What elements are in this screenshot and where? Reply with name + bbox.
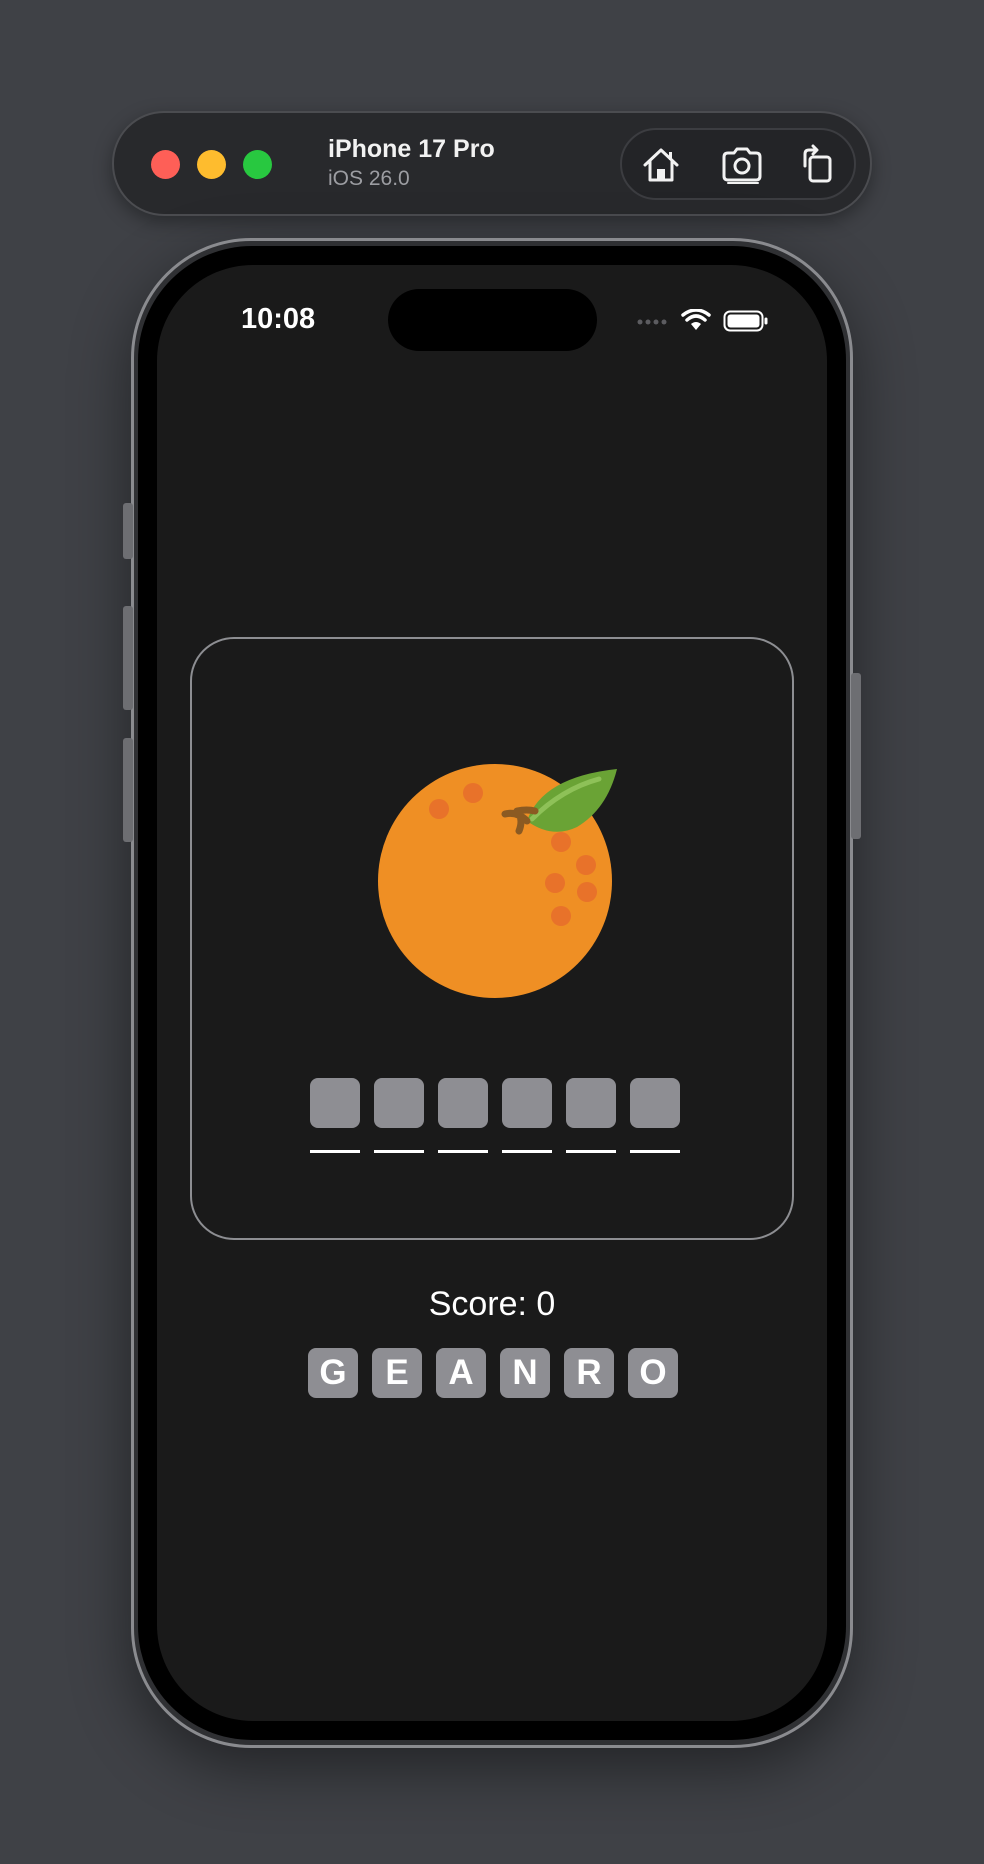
answer-slot-underline bbox=[374, 1150, 424, 1153]
answer-slot-box[interactable] bbox=[502, 1078, 552, 1128]
score-label: Score: 0 bbox=[428, 1285, 556, 1323]
status-icons bbox=[637, 309, 769, 333]
answer-slot[interactable] bbox=[310, 1078, 360, 1153]
answer-slot[interactable] bbox=[438, 1078, 488, 1153]
answer-slot-box[interactable] bbox=[310, 1078, 360, 1128]
battery-icon bbox=[723, 310, 768, 332]
dynamic-island bbox=[388, 289, 597, 351]
letter-tile[interactable]: G bbox=[308, 1348, 358, 1398]
answer-slot[interactable] bbox=[374, 1078, 424, 1153]
answer-slot-box[interactable] bbox=[630, 1078, 680, 1128]
answer-slot[interactable] bbox=[502, 1078, 552, 1153]
answer-slots bbox=[310, 1078, 680, 1153]
answer-slot-underline bbox=[566, 1150, 616, 1153]
screenshot-icon bbox=[722, 147, 762, 184]
close-window-button[interactable] bbox=[151, 150, 180, 179]
letter-tile[interactable]: O bbox=[628, 1348, 678, 1398]
answer-slot-box[interactable] bbox=[438, 1078, 488, 1128]
minimize-window-button[interactable] bbox=[197, 150, 226, 179]
puzzle-card bbox=[190, 637, 794, 1240]
device-name: iPhone 17 Pro bbox=[328, 135, 495, 163]
letter-tile[interactable]: E bbox=[372, 1348, 422, 1398]
rotate-icon bbox=[803, 144, 832, 183]
answer-slot-underline bbox=[502, 1150, 552, 1153]
answer-slot-underline bbox=[310, 1150, 360, 1153]
action-button[interactable] bbox=[123, 503, 133, 559]
answer-slot[interactable] bbox=[566, 1078, 616, 1153]
simulator-controls bbox=[620, 128, 856, 200]
volume-down-button[interactable] bbox=[123, 738, 133, 842]
phone-screen: 10:08 Score: 0 G E A N R O bbox=[157, 265, 827, 1721]
power-button[interactable] bbox=[851, 673, 861, 839]
answer-slot-underline bbox=[438, 1150, 488, 1153]
answer-slot[interactable] bbox=[630, 1078, 680, 1153]
letter-tile[interactable]: R bbox=[564, 1348, 614, 1398]
zoom-window-button[interactable] bbox=[243, 150, 272, 179]
rotate-button[interactable] bbox=[792, 140, 842, 190]
orange-icon bbox=[378, 764, 617, 998]
answer-slot-underline bbox=[630, 1150, 680, 1153]
screenshot-button[interactable] bbox=[718, 140, 768, 190]
answer-slot-box[interactable] bbox=[374, 1078, 424, 1128]
letter-tile[interactable]: A bbox=[436, 1348, 486, 1398]
simulator-toolbar: iPhone 17 Pro iOS 26.0 bbox=[112, 111, 872, 216]
letter-tile[interactable]: N bbox=[500, 1348, 550, 1398]
status-time: 10:08 bbox=[241, 303, 316, 335]
home-button[interactable] bbox=[636, 140, 686, 190]
letter-tiles: GEANRO bbox=[308, 1348, 678, 1398]
signal-icon bbox=[637, 319, 667, 325]
wifi-icon bbox=[681, 309, 711, 330]
os-version: iOS 26.0 bbox=[328, 167, 410, 190]
volume-up-button[interactable] bbox=[123, 606, 133, 710]
home-icon bbox=[643, 148, 679, 182]
answer-slot-box[interactable] bbox=[566, 1078, 616, 1128]
